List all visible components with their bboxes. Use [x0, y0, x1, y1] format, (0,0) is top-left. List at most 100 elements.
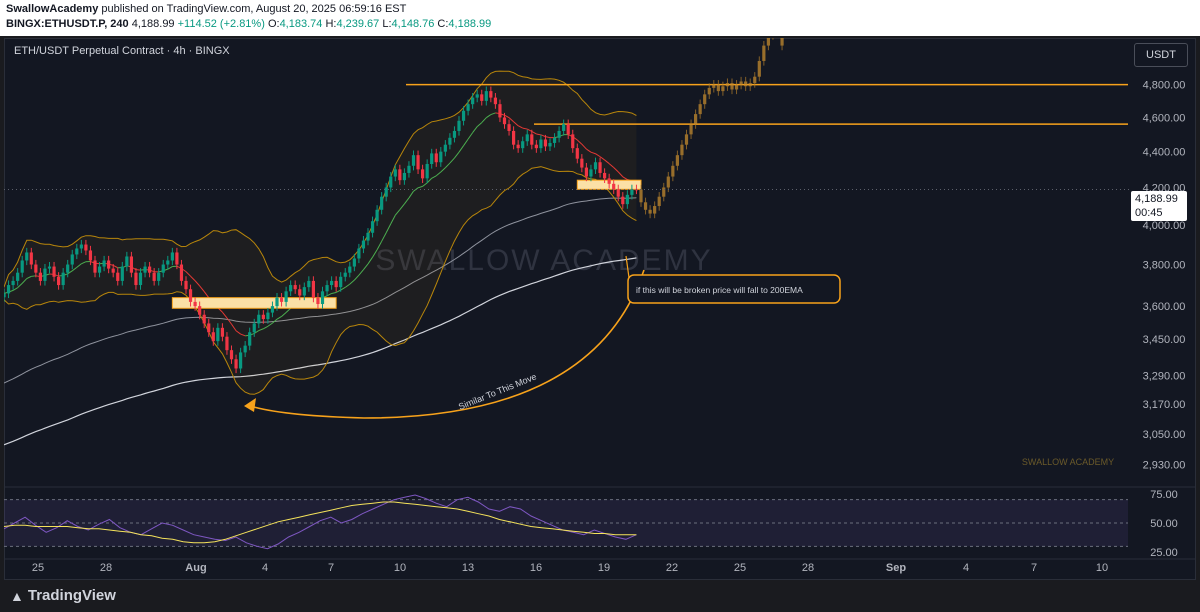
candle-body [266, 312, 270, 320]
candle-body [557, 130, 561, 138]
projection-candle-body [684, 134, 689, 145]
candle-body [20, 260, 24, 273]
currency-button[interactable]: USDT [1134, 43, 1188, 67]
candle-body [507, 124, 511, 131]
high-label: H: [325, 18, 337, 30]
projection-candle-body [675, 155, 679, 166]
projection-candle [703, 89, 707, 109]
candle-body [534, 144, 538, 149]
projection-candle [684, 129, 689, 150]
projection-candle [657, 192, 661, 211]
candle-body [580, 158, 584, 168]
chart-canvas[interactable]: SWALLOW ACADEMYSWALLOW ACADEMYSimilar To… [4, 38, 1196, 580]
tradingview-brand[interactable]: ▲ TradingView [10, 587, 116, 604]
support-zone-early [171, 297, 337, 309]
candle-body [307, 280, 311, 288]
candle-body [443, 144, 447, 152]
candle-body [402, 172, 406, 181]
candle-body [252, 323, 256, 333]
bollinger-fill [4, 71, 637, 395]
close-label: C: [437, 18, 449, 30]
candle-body [621, 196, 625, 205]
high-value: 4,239.67 [336, 18, 380, 30]
projection-candle-body [680, 144, 684, 156]
projection-candle [694, 109, 698, 129]
projection-candle-body [712, 84, 716, 88]
candle-body [25, 252, 29, 261]
projection-candle-body [744, 81, 748, 87]
candle-body [439, 151, 443, 163]
candle-body [6, 285, 11, 294]
projection-candle [698, 99, 702, 119]
projection-candle-body [648, 209, 652, 214]
candle-body [616, 189, 620, 197]
projection-candle [675, 150, 679, 171]
projection-candle-body [666, 176, 670, 188]
open-label: O: [267, 18, 280, 30]
candle-body [466, 104, 470, 111]
candle-body [61, 272, 65, 286]
candle-body [521, 141, 525, 149]
candle-body [202, 314, 206, 324]
candle-body [530, 134, 534, 145]
projection-candle-body [730, 83, 734, 90]
projection-candle-body [707, 87, 711, 95]
time-tick-label: 4 [963, 562, 969, 574]
candle-body [539, 139, 543, 149]
projection-candle-body [748, 83, 752, 87]
projection-candle [707, 83, 711, 99]
candle-body [380, 196, 384, 210]
candle-body [70, 254, 74, 265]
rsi-tick-label: 25.00 [1150, 547, 1178, 559]
candle-body [193, 301, 197, 307]
candle-body [166, 260, 170, 265]
quote-line: BINGX:ETHUSDT.P, 240 4,188.99 +114.52 (+… [6, 17, 1194, 32]
candle-body [512, 130, 516, 145]
candle-body [384, 187, 388, 197]
projection-candle-body [671, 165, 675, 177]
candle-body [343, 272, 347, 277]
candle-body [138, 272, 143, 286]
callout-text: if this will be broken price will fall t… [636, 285, 803, 295]
projection-candle [772, 38, 774, 40]
candle-body [625, 194, 629, 205]
candle-body [575, 148, 579, 159]
price-tick-label: 4,600.00 [1143, 112, 1186, 124]
time-tick-label: Aug [185, 562, 206, 574]
projection-candle [648, 205, 652, 219]
candle-body [111, 268, 115, 273]
projection-candle [716, 80, 720, 96]
candle-body [407, 165, 411, 173]
projection-candle [766, 38, 770, 51]
time-tick-label: 13 [462, 562, 474, 574]
time-tick-label: 7 [328, 562, 334, 574]
price-tick-label: 3,170.00 [1143, 399, 1186, 411]
last-price: 4,188.99 [131, 18, 175, 30]
candle-body [430, 153, 434, 165]
candle-body [389, 176, 393, 188]
symbol-label: BINGX:ETHUSDT.P, 240 [6, 18, 129, 30]
candle-body [88, 250, 93, 261]
author-name[interactable]: SwallowAcademy [6, 3, 98, 15]
rsi-tick-label: 75.00 [1150, 489, 1178, 501]
candle-body [566, 124, 570, 135]
time-tick-label: 22 [666, 562, 678, 574]
candle-body [398, 169, 402, 181]
candle-body [603, 172, 607, 179]
brand-label: TradingView [27, 587, 116, 604]
candle-body [525, 134, 529, 142]
price-change: +114.52 (+2.81%) [177, 18, 265, 30]
candle-body [562, 124, 566, 131]
candle-body [461, 110, 466, 121]
candle-body [79, 244, 83, 249]
projection-candle-body [653, 206, 657, 214]
candle-body [97, 266, 102, 273]
projection-candle-body [698, 104, 702, 115]
arrow-head-icon [244, 398, 256, 412]
projection-candle-body [734, 84, 739, 90]
candle-body [361, 240, 366, 249]
candle-body [120, 266, 124, 281]
price-tick-label: 4,000.00 [1143, 220, 1186, 232]
last-price-tag-value: 4,188.99 [1135, 193, 1178, 205]
time-tick-label: 28 [100, 562, 112, 574]
